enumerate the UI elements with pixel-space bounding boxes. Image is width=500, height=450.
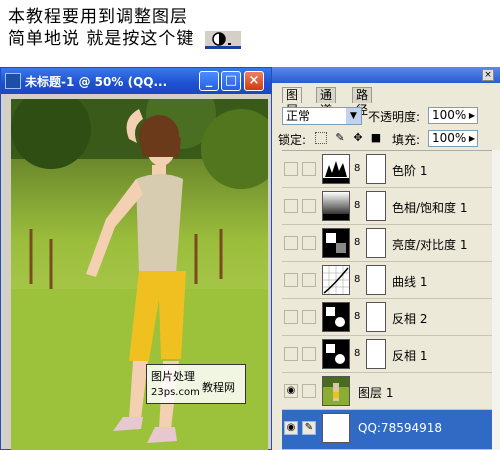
layer-row[interactable]: ◉ 图层 1: [282, 373, 500, 410]
eye-icon[interactable]: ◉: [284, 384, 298, 398]
adjustment-layer-button-icon: [204, 30, 241, 49]
brightness-contrast-icon: [322, 228, 350, 258]
opacity-label: 不透明度:: [368, 110, 421, 124]
hue-saturation-icon: [322, 191, 350, 221]
opacity-value: 100%: [432, 108, 467, 122]
layers-scrollbar[interactable]: [492, 150, 500, 450]
watermark-line-3: 教程网: [202, 381, 235, 394]
chain-link-icon: 8: [354, 348, 361, 359]
visibility-toggle[interactable]: [284, 347, 298, 361]
layer-mask-thumbnail[interactable]: [366, 339, 386, 369]
tab-channels[interactable]: 通道: [316, 87, 337, 117]
arrow-right-icon: ▶: [468, 111, 476, 120]
tab-paths[interactable]: 路径: [352, 87, 373, 117]
maximize-button[interactable]: □: [221, 71, 241, 91]
layer-mask-thumbnail[interactable]: [366, 191, 386, 221]
chain-link-icon: 8: [354, 163, 361, 174]
layer-link-toggle[interactable]: [302, 347, 316, 361]
opacity-input[interactable]: 100% ▶: [428, 107, 478, 124]
chain-link-icon: 8: [354, 200, 361, 211]
layer-name: 图层 1: [358, 386, 394, 400]
layer-row[interactable]: 8 色阶 1: [282, 151, 500, 188]
panel-close-icon[interactable]: ×: [482, 69, 494, 81]
intro-text: 本教程要用到调整图层 简单地说 就是按这个键: [8, 6, 241, 50]
layer-link-toggle[interactable]: [302, 162, 316, 176]
lock-label: 锁定:: [278, 133, 307, 147]
layer-row[interactable]: 8 曲线 1: [282, 262, 500, 299]
eye-icon[interactable]: ◉: [284, 421, 298, 435]
layer-name: 亮度/对比度 1: [392, 238, 468, 252]
layer-row[interactable]: 8 反相 1: [282, 336, 500, 373]
photoshop-icon: [5, 73, 21, 89]
visibility-toggle[interactable]: [284, 273, 298, 287]
close-button[interactable]: ×: [244, 71, 264, 91]
layer-mask-thumbnail[interactable]: [366, 302, 386, 332]
layer-link-toggle[interactable]: [302, 384, 316, 398]
arrow-right-icon: ▶: [468, 134, 476, 143]
photo-thumbnail: [322, 376, 350, 406]
lock-position-move-icon[interactable]: ✥: [352, 132, 364, 144]
layer-row[interactable]: 8 亮度/对比度 1: [282, 225, 500, 262]
layer-link-toggle[interactable]: [302, 236, 316, 250]
lock-all-icon[interactable]: ■: [370, 132, 382, 144]
chain-link-icon: 8: [354, 237, 361, 248]
lock-pixels-brush-icon[interactable]: ✎: [334, 132, 346, 144]
invert-icon: [322, 302, 350, 332]
layer-link-toggle[interactable]: [302, 310, 316, 324]
layer-link-toggle[interactable]: [302, 273, 316, 287]
visibility-toggle[interactable]: [284, 236, 298, 250]
fill-input[interactable]: 100% ▶: [428, 130, 478, 147]
chain-link-icon: 8: [354, 311, 361, 322]
watermark-line-2: 23ps.com: [151, 387, 200, 398]
brush-icon[interactable]: ✎: [302, 421, 316, 435]
layer-name: 色相/饱和度 1: [392, 201, 468, 215]
invert-icon: [322, 339, 350, 369]
layer-name: 反相 1: [392, 349, 428, 363]
blend-mode-value: 正常: [286, 109, 311, 123]
layer-link-toggle[interactable]: [302, 199, 316, 213]
layer-name: 反相 2: [392, 312, 428, 326]
blank-thumbnail: [322, 413, 350, 443]
visibility-toggle[interactable]: [284, 162, 298, 176]
visibility-toggle[interactable]: [284, 199, 298, 213]
layer-mask-thumbnail[interactable]: [366, 228, 386, 258]
minimize-button[interactable]: _: [199, 71, 219, 91]
intro-line-1: 本教程要用到调整图层: [8, 7, 188, 27]
curves-icon: [322, 265, 350, 295]
layer-row[interactable]: 8 色相/饱和度 1: [282, 188, 500, 225]
levels-icon: [322, 154, 350, 184]
layers-list: 8 色阶 1 8 色相/饱和度 1 8 亮度/对比度 1 8 曲线 1 8 反相…: [282, 150, 500, 450]
document-title: 未标题-1 @ 50% (QQ...: [25, 75, 168, 89]
document-title-bar[interactable]: 未标题-1 @ 50% (QQ... _ □ ×: [1, 68, 271, 94]
lock-transparency-icon[interactable]: [315, 132, 327, 144]
chevron-down-icon: ▼: [346, 108, 361, 124]
visibility-toggle[interactable]: [284, 310, 298, 324]
watermark-line-1: 图片处理: [151, 370, 195, 383]
document-window: 未标题-1 @ 50% (QQ... _ □ × 图片处理 23ps.com 教…: [0, 67, 272, 450]
layers-panel: × 图层 通道 路径 正常 ▼ 不透明度: 100% ▶ 锁定: ✎ ✥ ■ 填…: [272, 67, 500, 450]
watermark: 图片处理 23ps.com 教程网: [146, 364, 246, 404]
fill-label: 填充:: [392, 133, 421, 147]
layer-name: 曲线 1: [392, 275, 428, 289]
chain-link-icon: 8: [354, 274, 361, 285]
panel-title-bar[interactable]: ×: [272, 67, 500, 83]
document-canvas-photo[interactable]: 图片处理 23ps.com 教程网: [11, 99, 268, 450]
blend-mode-select[interactable]: 正常 ▼: [282, 107, 362, 125]
layer-mask-thumbnail[interactable]: [366, 265, 386, 295]
layer-name: 色阶 1: [392, 164, 428, 178]
tab-layers[interactable]: 图层: [282, 87, 303, 117]
layer-mask-thumbnail[interactable]: [366, 154, 386, 184]
intro-line-2-text: 简单地说 就是按这个键: [8, 29, 195, 49]
layer-row[interactable]: 8 反相 2: [282, 299, 500, 336]
layer-row-selected[interactable]: ◉ ✎ QQ:78594918: [282, 410, 500, 450]
layer-name: QQ:78594918: [358, 421, 443, 435]
intro-line-2: 简单地说 就是按这个键: [8, 28, 241, 50]
fill-value: 100%: [432, 131, 467, 145]
